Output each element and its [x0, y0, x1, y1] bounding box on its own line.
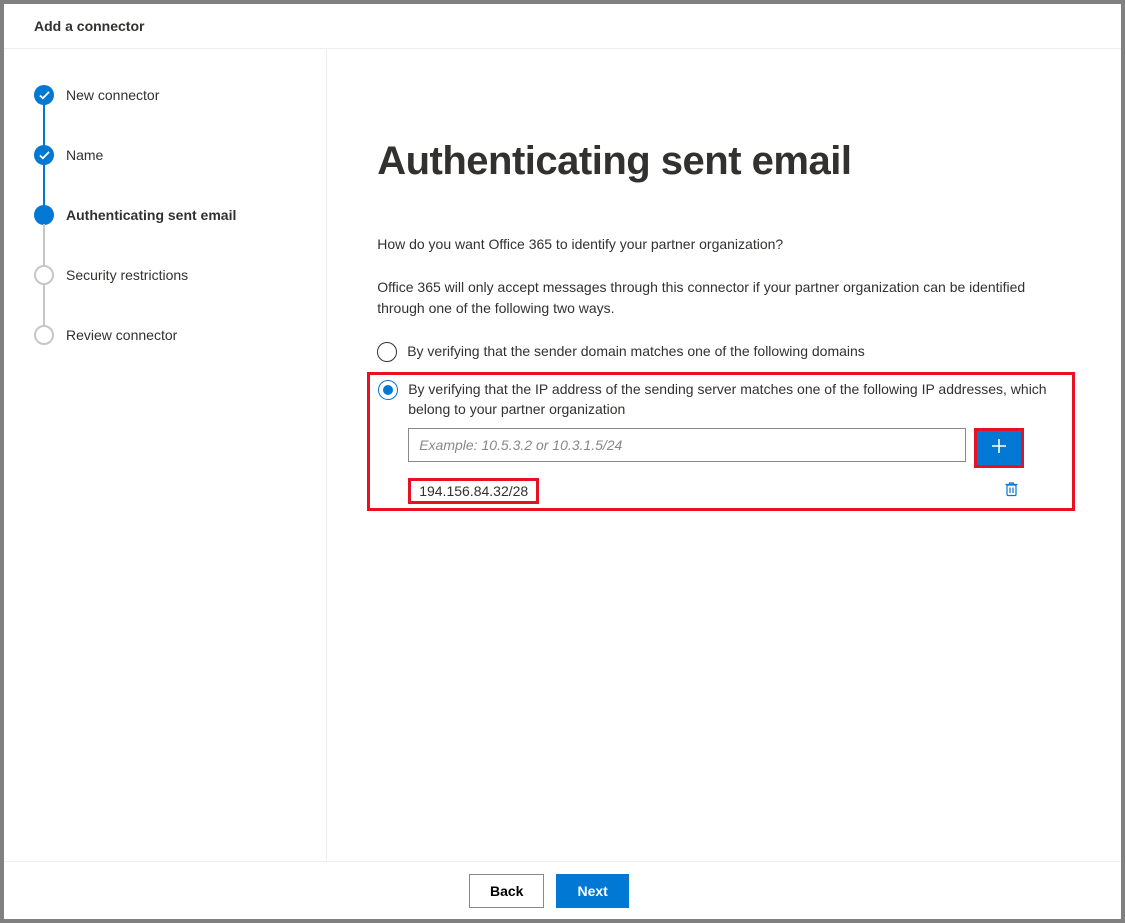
wizard-step-label: Security restrictions — [66, 267, 188, 283]
wizard-step-label: Authenticating sent email — [66, 207, 236, 223]
question-text: How do you want Office 365 to identify y… — [377, 234, 1061, 255]
wizard-sidebar: New connector Name Authenticating sent e… — [4, 49, 327, 861]
wizard-step-review: Review connector — [34, 325, 306, 345]
ip-entry-row: 194.156.84.32/28 — [408, 478, 1020, 504]
wizard-step-security: Security restrictions — [34, 265, 306, 285]
highlight-annotation: By verifying that the IP address of the … — [367, 372, 1075, 511]
current-step-icon — [34, 205, 54, 225]
delete-ip-button[interactable] — [1002, 482, 1020, 500]
dialog-header: Add a connector — [4, 4, 1121, 49]
option-domain-verify[interactable]: By verifying that the sender domain matc… — [377, 341, 1061, 362]
option-label: By verifying that the IP address of the … — [408, 379, 1064, 420]
plus-icon — [991, 438, 1007, 457]
radio-icon[interactable] — [377, 342, 397, 362]
explanation-text: Office 365 will only accept messages thr… — [377, 277, 1061, 319]
pending-step-icon — [34, 325, 54, 345]
dialog-title: Add a connector — [34, 18, 144, 34]
wizard-step-new-connector[interactable]: New connector — [34, 85, 306, 105]
pending-step-icon — [34, 265, 54, 285]
back-button[interactable]: Back — [469, 874, 544, 908]
next-button[interactable]: Next — [556, 874, 628, 908]
option-label: By verifying that the sender domain matc… — [407, 341, 865, 361]
wizard-step-label: New connector — [66, 87, 159, 103]
highlight-annotation — [974, 428, 1024, 468]
wizard-step-label: Review connector — [66, 327, 177, 343]
ip-address-input[interactable] — [408, 428, 966, 462]
page-title: Authenticating sent email — [377, 139, 1061, 184]
dialog-footer: Back Next — [4, 861, 1121, 919]
option-ip-verify[interactable]: By verifying that the IP address of the … — [378, 379, 1064, 420]
wizard-step-authenticating[interactable]: Authenticating sent email — [34, 205, 306, 225]
ip-entry-value: 194.156.84.32/28 — [408, 478, 539, 504]
checkmark-icon — [34, 145, 54, 165]
main-panel: Authenticating sent email How do you wan… — [327, 49, 1121, 861]
wizard-step-label: Name — [66, 147, 103, 163]
checkmark-icon — [34, 85, 54, 105]
radio-icon[interactable] — [378, 380, 398, 400]
wizard-step-name[interactable]: Name — [34, 145, 306, 165]
trash-icon — [1004, 481, 1019, 500]
add-ip-button[interactable] — [977, 431, 1021, 465]
